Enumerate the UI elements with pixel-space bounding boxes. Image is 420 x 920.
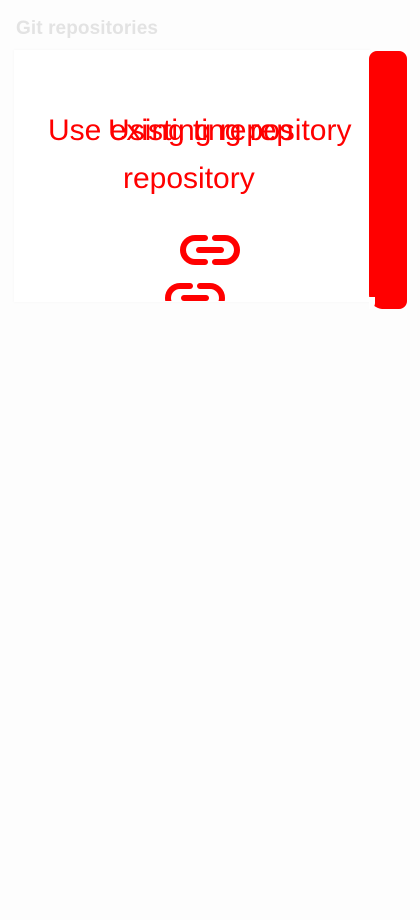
link-icon[interactable]	[164, 281, 226, 313]
page-title: Git repositories	[16, 18, 159, 39]
link-icon[interactable]	[179, 233, 241, 272]
git-repositories-screen: Git repositories Use existing repository…	[0, 0, 420, 920]
repository-label[interactable]: repository	[123, 155, 255, 203]
use-existing-repository-overlap-label[interactable]: Using ting rep	[108, 107, 293, 155]
side-action-bar[interactable]	[369, 51, 407, 309]
